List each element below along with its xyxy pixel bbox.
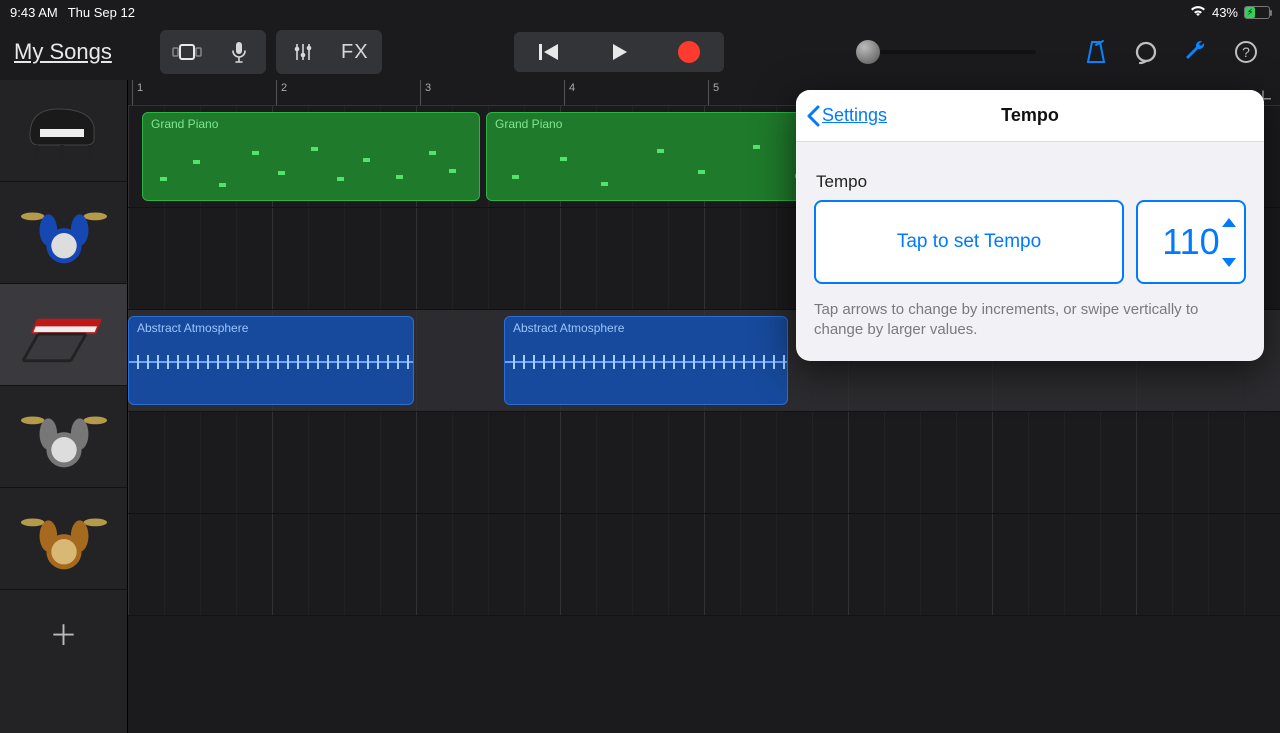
bar-marker: 5 <box>708 80 723 105</box>
fx-button[interactable]: FX <box>332 34 378 70</box>
track-header-keyboard[interactable] <box>0 284 127 386</box>
chevron-left-icon <box>806 105 820 127</box>
add-track-button[interactable]: ＋ <box>0 590 127 733</box>
tempo-value: 110 <box>1162 221 1219 263</box>
microphone-button[interactable] <box>216 34 262 70</box>
bar-marker: 4 <box>564 80 579 105</box>
drum-kit-blue-icon <box>19 193 109 273</box>
audio-clip[interactable]: Abstract Atmosphere <box>128 316 414 405</box>
plus-icon: ＋ <box>49 614 77 654</box>
drum-kit-amber-icon <box>19 499 109 579</box>
my-songs-button[interactable]: My Songs <box>14 39 112 65</box>
record-button[interactable] <box>654 32 724 72</box>
tempo-section-label: Tempo <box>816 172 1246 192</box>
go-to-start-button[interactable] <box>514 32 584 72</box>
toolbar: My Songs FX ? <box>0 24 1280 80</box>
loop-button[interactable] <box>1126 32 1166 72</box>
play-button[interactable] <box>584 32 654 72</box>
track-lane-drums-gray[interactable] <box>128 412 1280 514</box>
back-label: Settings <box>822 105 887 126</box>
track-header-drums-gray[interactable] <box>0 386 127 488</box>
popover-header: Settings Tempo <box>796 90 1264 142</box>
tempo-popover: Settings Tempo Tempo Tap to set Tempo 11… <box>796 90 1264 361</box>
track-header-drums-blue[interactable] <box>0 182 127 284</box>
tracks-view-button[interactable] <box>164 34 210 70</box>
drum-kit-gray-icon <box>19 397 109 477</box>
midi-clip[interactable]: Grand Piano <box>142 112 480 201</box>
help-button[interactable]: ? <box>1226 32 1266 72</box>
tempo-stepper[interactable]: 110 <box>1136 200 1246 284</box>
wifi-icon <box>1190 5 1206 20</box>
volume-knob[interactable] <box>856 40 880 64</box>
transport-controls <box>514 32 724 72</box>
volume-slider[interactable] <box>856 40 1036 64</box>
clip-label: Abstract Atmosphere <box>137 321 405 335</box>
track-header-piano[interactable] <box>0 80 127 182</box>
status-time: 9:43 AM <box>10 5 58 20</box>
svg-text:?: ? <box>1242 44 1250 60</box>
view-mode-group <box>160 30 266 74</box>
tap-tempo-label: Tap to set Tempo <box>897 231 1041 253</box>
track-header-drums-amber[interactable] <box>0 488 127 590</box>
settings-wrench-button[interactable] <box>1176 32 1216 72</box>
battery-percent: 43% <box>1212 5 1238 20</box>
bar-marker: 2 <box>276 80 291 105</box>
clip-label: Abstract Atmosphere <box>513 321 779 335</box>
popover-title: Tempo <box>1001 105 1059 126</box>
status-bar: 9:43 AM Thu Sep 12 43% ⚡︎ <box>0 0 1280 24</box>
tap-tempo-button[interactable]: Tap to set Tempo <box>814 200 1124 284</box>
record-icon <box>678 41 700 63</box>
track-header-column: ＋ <box>0 80 128 733</box>
controls-group: FX <box>276 30 382 74</box>
grand-piano-icon <box>19 91 109 171</box>
tempo-increase-button[interactable] <box>1222 218 1236 227</box>
mixer-button[interactable] <box>280 34 326 70</box>
back-to-settings-button[interactable]: Settings <box>806 105 887 127</box>
battery-icon: ⚡︎ <box>1244 6 1270 19</box>
metronome-button[interactable] <box>1076 32 1116 72</box>
tempo-hint: Tap arrows to change by increments, or s… <box>814 300 1246 341</box>
track-lane-drums-amber[interactable] <box>128 514 1280 616</box>
status-date: Thu Sep 12 <box>68 5 135 20</box>
bar-marker: 3 <box>420 80 435 105</box>
clip-label: Grand Piano <box>151 117 471 131</box>
bar-marker: 1 <box>132 80 147 105</box>
keyboard-red-icon <box>19 295 109 375</box>
audio-clip[interactable]: Abstract Atmosphere <box>504 316 788 405</box>
tempo-decrease-button[interactable] <box>1222 258 1236 267</box>
